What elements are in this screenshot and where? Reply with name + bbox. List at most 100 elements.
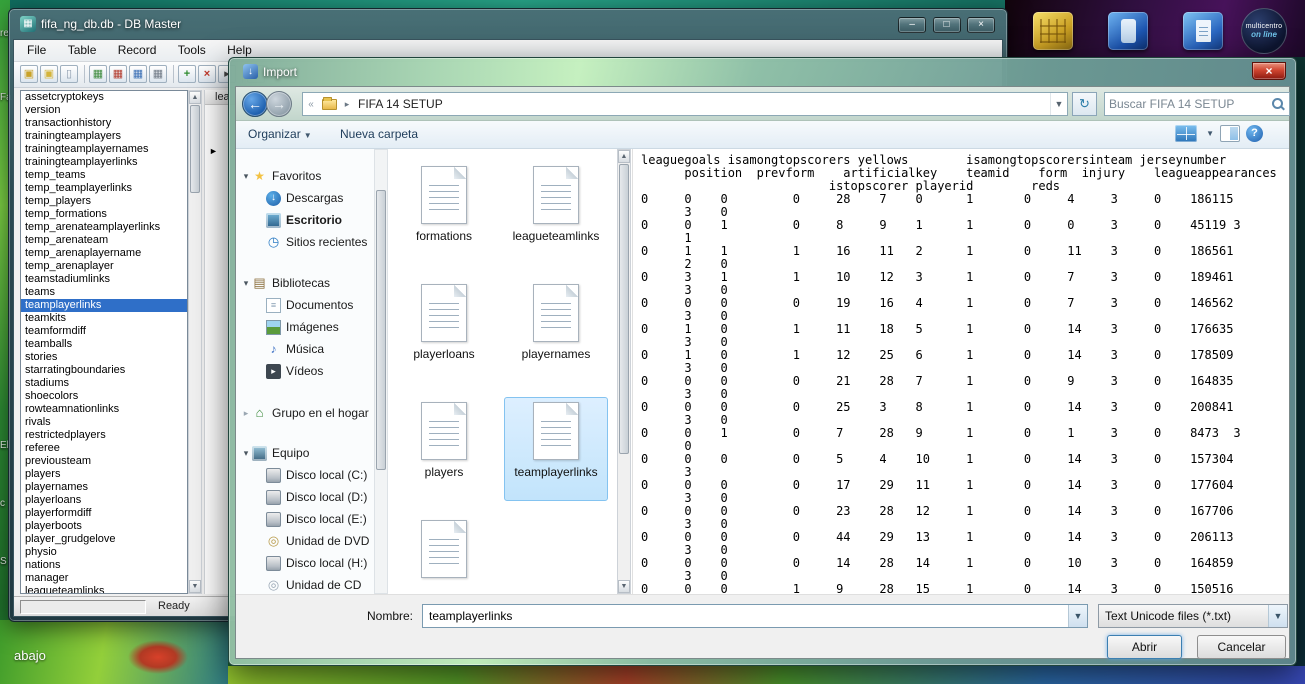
scroll-down-arrow[interactable]: ▼ bbox=[189, 580, 201, 593]
table-list-item[interactable]: temp_arenateam bbox=[21, 234, 187, 247]
table-list-item[interactable]: playerloans bbox=[21, 494, 187, 507]
table-list-item[interactable]: trainingteamplayernames bbox=[21, 143, 187, 156]
expander-icon[interactable] bbox=[240, 402, 252, 424]
nav-item-disk-h[interactable]: Disco local (H:) bbox=[236, 552, 374, 574]
table-list-item[interactable]: temp_teamplayerlinks bbox=[21, 182, 187, 195]
table-list-item[interactable]: rivals bbox=[21, 416, 187, 429]
close-button[interactable]: × bbox=[967, 17, 995, 33]
expander-icon[interactable] bbox=[240, 272, 252, 294]
table-list-item[interactable]: stories bbox=[21, 351, 187, 364]
nav-item-disk-c[interactable]: Disco local (C:) bbox=[236, 464, 374, 486]
chevron-down-icon[interactable]: ▼ bbox=[1206, 129, 1214, 138]
breadcrumb[interactable]: « ▸ FIFA 14 SETUP ▼ bbox=[302, 92, 1068, 116]
table-list-item[interactable]: nations bbox=[21, 559, 187, 572]
new-page-icon[interactable] bbox=[60, 65, 78, 83]
file-list-scrollbar[interactable]: ▲ ▼ bbox=[617, 149, 631, 594]
file-item[interactable]: teamplayerlinks bbox=[504, 397, 608, 501]
search-input[interactable] bbox=[1105, 97, 1270, 111]
nav-item-disk-e[interactable]: Disco local (E:) bbox=[236, 508, 374, 530]
table-list-item[interactable]: temp_players bbox=[21, 195, 187, 208]
table-list-item[interactable]: temp_formations bbox=[21, 208, 187, 221]
nav-item-music[interactable]: Música bbox=[236, 338, 374, 360]
cancel-button[interactable]: Cancelar bbox=[1197, 635, 1286, 659]
table-list-item[interactable]: shoecolors bbox=[21, 390, 187, 403]
menu-file[interactable]: File bbox=[18, 40, 55, 60]
menu-tools[interactable]: Tools bbox=[169, 40, 215, 60]
current-folder-crumb[interactable]: FIFA 14 SETUP bbox=[354, 97, 447, 111]
import-table-icon[interactable] bbox=[89, 65, 107, 83]
refresh-button[interactable]: ↻ bbox=[1072, 92, 1097, 116]
nav-section-favorites[interactable]: Favoritos bbox=[236, 165, 374, 187]
minimize-button[interactable]: – bbox=[898, 17, 926, 33]
file-item[interactable]: formations bbox=[392, 161, 496, 265]
scrollbar-thumb[interactable] bbox=[190, 105, 200, 193]
table-list-item[interactable]: teamballs bbox=[21, 338, 187, 351]
add-record-icon[interactable] bbox=[178, 65, 196, 83]
table-list-item[interactable]: restrictedplayers bbox=[21, 429, 187, 442]
scroll-up-arrow[interactable]: ▲ bbox=[189, 91, 201, 104]
table-list-item[interactable]: teamkits bbox=[21, 312, 187, 325]
table-list-item[interactable]: teams bbox=[21, 286, 187, 299]
nav-pane-scrollbar[interactable] bbox=[374, 149, 388, 594]
table-list-item[interactable]: teamplayerlinks bbox=[21, 299, 187, 312]
import-dialog-title[interactable]: Import bbox=[263, 65, 297, 79]
table-view-icon[interactable] bbox=[149, 65, 167, 83]
table-list-item[interactable]: playernames bbox=[21, 481, 187, 494]
file-item[interactable]: playernames bbox=[504, 279, 608, 383]
maximize-button[interactable]: □ bbox=[933, 17, 961, 33]
menu-record[interactable]: Record bbox=[109, 40, 166, 60]
table-list-item[interactable]: temp_arenaplayer bbox=[21, 260, 187, 273]
scrollbar-thumb[interactable] bbox=[619, 164, 629, 454]
open-database-icon[interactable] bbox=[20, 65, 38, 83]
table-list-item[interactable]: previousteam bbox=[21, 455, 187, 468]
search-box[interactable] bbox=[1104, 92, 1290, 116]
nav-item-disk-d[interactable]: Disco local (D:) bbox=[236, 486, 374, 508]
table-list-item[interactable]: player_grudgelove bbox=[21, 533, 187, 546]
db-master-window-title[interactable]: fifa_ng_db.db - DB Master bbox=[41, 17, 181, 31]
table-list-item[interactable]: version bbox=[21, 104, 187, 117]
help-icon[interactable] bbox=[1246, 125, 1263, 142]
table-list-item[interactable]: assetcryptokeys bbox=[21, 91, 187, 104]
table-list-item[interactable]: playerboots bbox=[21, 520, 187, 533]
file-item[interactable]: leagueteamlinks bbox=[504, 161, 608, 265]
table-list-scrollbar[interactable]: ▲ ▼ bbox=[188, 90, 202, 594]
expander-icon[interactable] bbox=[240, 165, 252, 187]
table-list-item[interactable]: starratingboundaries bbox=[21, 364, 187, 377]
nav-item-desktop[interactable]: Escritorio bbox=[236, 209, 374, 231]
nav-section-libraries[interactable]: Bibliotecas bbox=[236, 272, 374, 294]
phone-app-icon[interactable] bbox=[1108, 12, 1148, 50]
table-list-item[interactable]: transactionhistory bbox=[21, 117, 187, 130]
chevron-down-icon[interactable]: ▼ bbox=[1068, 605, 1087, 627]
table-list-item[interactable]: teamstadiumlinks bbox=[21, 273, 187, 286]
open-button[interactable]: Abrir bbox=[1107, 635, 1182, 659]
close-icon[interactable]: × bbox=[1252, 62, 1286, 80]
table-list-item[interactable]: players bbox=[21, 468, 187, 481]
table-list-item[interactable]: temp_arenaplayername bbox=[21, 247, 187, 260]
table-properties-icon[interactable] bbox=[129, 65, 147, 83]
nav-item-recent-places[interactable]: Sitios recientes bbox=[236, 231, 374, 253]
table-list-item[interactable]: rowteamnationlinks bbox=[21, 403, 187, 416]
file-item[interactable] bbox=[392, 515, 496, 594]
nav-section-homegroup[interactable]: Grupo en el hogar bbox=[236, 402, 374, 424]
file-item[interactable]: playerloans bbox=[392, 279, 496, 383]
table-list-item[interactable]: referee bbox=[21, 442, 187, 455]
table-list-item[interactable]: manager bbox=[21, 572, 187, 585]
scroll-up-arrow[interactable]: ▲ bbox=[618, 150, 630, 163]
nav-item-videos[interactable]: Vídeos bbox=[236, 360, 374, 382]
grid-app-icon[interactable] bbox=[1033, 12, 1073, 50]
change-view-icon[interactable] bbox=[1175, 125, 1197, 142]
table-list-item[interactable]: trainingteamplayerlinks bbox=[21, 156, 187, 169]
export-table-icon[interactable] bbox=[109, 65, 127, 83]
document-app-icon[interactable] bbox=[1183, 12, 1223, 50]
scroll-down-arrow[interactable]: ▼ bbox=[618, 580, 630, 593]
preview-pane-icon[interactable] bbox=[1220, 125, 1240, 142]
nav-item-pictures[interactable]: Imágenes bbox=[236, 316, 374, 338]
table-list-item[interactable]: stadiums bbox=[21, 377, 187, 390]
forward-button[interactable]: → bbox=[266, 91, 292, 117]
table-list-item[interactable]: temp_arenateamplayerlinks bbox=[21, 221, 187, 234]
hidden-crumbs-chevron-icon[interactable]: « bbox=[303, 99, 319, 110]
address-dropdown-icon[interactable]: ▼ bbox=[1050, 93, 1067, 115]
new-folder-button[interactable]: Nueva carpeta bbox=[340, 127, 418, 141]
organize-button[interactable]: Organizar▼ bbox=[248, 127, 312, 141]
delete-record-icon[interactable] bbox=[198, 65, 216, 83]
